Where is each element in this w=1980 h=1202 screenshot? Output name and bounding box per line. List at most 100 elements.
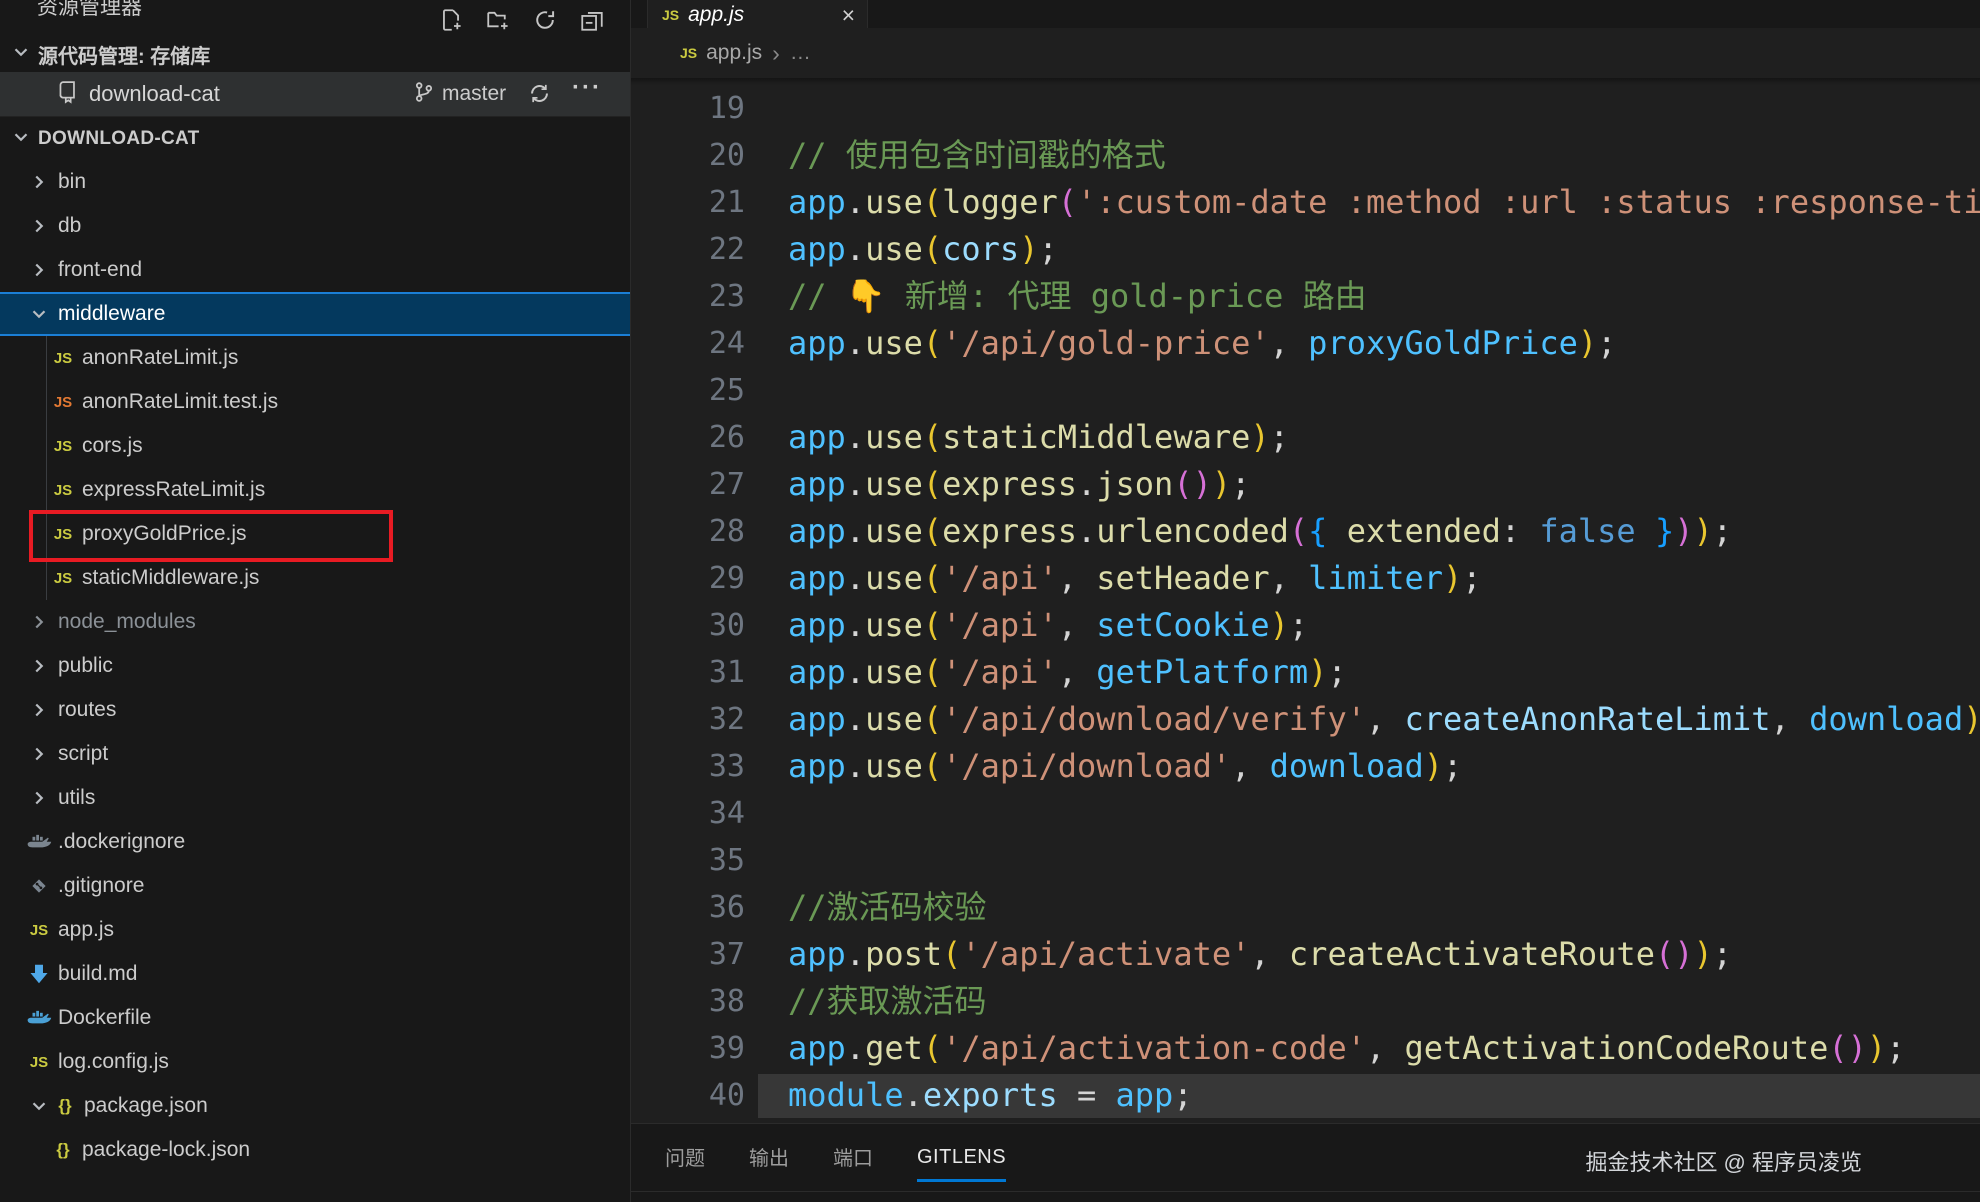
code-line-39: 39app.get('/api/activation-code', getAct… (631, 1025, 1980, 1072)
tree-item-package-lock.json[interactable]: {}package-lock.json (0, 1128, 630, 1172)
code-line-36: 36//激活码校验 (631, 884, 1980, 931)
line-number: 26 (631, 414, 745, 461)
code-line-27: 27 app.use(express.json()); (631, 461, 1980, 508)
tree-item-.gitignore[interactable]: .gitignore (0, 864, 630, 908)
scm-repo-row[interactable]: download-cat master ··· (0, 72, 630, 116)
code-line-38: 38//获取激活码 (631, 978, 1980, 1025)
panel-divider (631, 1191, 1980, 1192)
code-line-19: 19 (631, 85, 1980, 132)
repo-icon (56, 79, 79, 109)
line-number: 35 (631, 837, 745, 884)
tree-item-front-end[interactable]: front-end (0, 248, 630, 292)
tree-item-label: package.json (84, 1094, 208, 1118)
code-text: app.use(express.json()); (788, 461, 1250, 508)
line-number: 25 (631, 367, 745, 414)
editor-area: JS app.js × JS app.js › … 1920// 使用包含时间戳… (631, 0, 1980, 1123)
tree-item-proxyGoldPrice.js[interactable]: JSproxyGoldPrice.js (0, 512, 630, 556)
chevron-right-icon (26, 257, 52, 283)
tree-item-bin[interactable]: bin (0, 160, 630, 204)
tree-item-label: db (58, 214, 81, 238)
code-text: //获取激活码 (788, 978, 987, 1025)
code-line-37: 37 app.post('/api/activate', createActiva… (631, 931, 1980, 978)
more-actions-icon[interactable]: ··· (572, 74, 602, 102)
code-line-33: 33app.use('/api/download', download); (631, 743, 1980, 790)
panel-tab-端口[interactable]: 端口 (833, 1142, 873, 1173)
refresh-icon[interactable] (533, 8, 557, 37)
code-line-32: 32app.use('/api/download/verify', create… (631, 696, 1980, 743)
tree-item-label: .gitignore (58, 874, 144, 898)
panel-tab-GITLENS[interactable]: GITLENS (917, 1146, 1006, 1182)
tree-item-utils[interactable]: utils (0, 776, 630, 820)
sidebar: 资源管理器 源代码管理: 存储库 download-cat master ···… (0, 0, 630, 1202)
js-file-icon: JS (50, 345, 76, 371)
code-text: app.get('/api/activation-code', getActiv… (788, 1025, 1905, 1072)
tree-item-label: expressRateLimit.js (82, 478, 265, 502)
code-text: app.post('/api/activate', createActivate… (788, 931, 1732, 978)
tree-item-build.md[interactable]: build.md (0, 952, 630, 996)
repo-name: download-cat (89, 81, 220, 107)
sync-icon[interactable] (528, 82, 551, 110)
code-text: app.use(staticMiddleware); (788, 414, 1289, 461)
new-folder-icon[interactable] (486, 8, 510, 37)
line-number: 19 (631, 85, 745, 132)
js-file-icon: JS (50, 521, 76, 547)
collapse-all-icon[interactable] (580, 8, 604, 37)
scm-section-header[interactable]: 源代码管理: 存储库 (0, 36, 630, 72)
line-number: 36 (631, 884, 745, 931)
panel-tab-输出[interactable]: 输出 (749, 1142, 789, 1173)
tree-item-db[interactable]: db (0, 204, 630, 248)
chevron-right-icon (26, 741, 52, 767)
git-file-icon (26, 873, 52, 899)
code-line-30: 30app.use('/api', setCookie); (631, 602, 1980, 649)
tree-item-routes[interactable]: routes (0, 688, 630, 732)
tree-item-label: anonRateLimit.js (82, 346, 238, 370)
tree-item-label: node_modules (58, 610, 196, 634)
tree-item-label: middleware (58, 302, 165, 326)
tree-item-node_modules[interactable]: node_modules (0, 600, 630, 644)
tree-item-public[interactable]: public (0, 644, 630, 688)
tree-item-label: staticMiddleware.js (82, 566, 259, 590)
code-text: // 使用包含时间戳的格式 (788, 132, 1166, 179)
tree-item-label: routes (58, 698, 116, 722)
panel-tab-问题[interactable]: 问题 (665, 1142, 705, 1173)
code-text: app.use('/api', setHeader, limiter); (788, 555, 1482, 602)
js-file-icon: JS (50, 477, 76, 503)
tree-item-staticMiddleware.js[interactable]: JSstaticMiddleware.js (0, 556, 630, 600)
tree-item-label: build.md (58, 962, 137, 986)
sidebar-editor-divider[interactable] (630, 0, 631, 1202)
new-file-icon[interactable] (439, 8, 463, 37)
branch-name: master (442, 82, 506, 106)
tree-item-app.js[interactable]: JSapp.js (0, 908, 630, 952)
tree-item-Dockerfile[interactable]: Dockerfile (0, 996, 630, 1040)
code-line-23: 23// 👇 新增: 代理 gold-price 路由 (631, 273, 1980, 320)
line-number: 37 (631, 931, 745, 978)
tree-item-package.json[interactable]: {}package.json (0, 1084, 630, 1128)
code-line-26: 26 app.use(staticMiddleware); (631, 414, 1980, 461)
line-number: 32 (631, 696, 745, 743)
tree-item-script[interactable]: script (0, 732, 630, 776)
chevron-right-icon (26, 609, 52, 635)
tree-item-expressRateLimit.js[interactable]: JSexpressRateLimit.js (0, 468, 630, 512)
line-number: 31 (631, 649, 745, 696)
js-file-icon: JS (26, 917, 52, 943)
chevron-right-icon (26, 213, 52, 239)
branch-icon (413, 81, 435, 108)
branch-indicator[interactable]: master (413, 81, 506, 108)
tree-item-label: anonRateLimit.test.js (82, 390, 278, 414)
tree-item-cors.js[interactable]: JScors.js (0, 424, 630, 468)
chevron-right-icon (26, 697, 52, 723)
code-line-25: 25 (631, 367, 1980, 414)
tree-item-middleware[interactable]: middleware (0, 292, 630, 336)
chevron-down-icon (26, 301, 52, 327)
tree-item-anonRateLimit.js[interactable]: JSanonRateLimit.js (0, 336, 630, 380)
tree-item-label: app.js (58, 918, 114, 942)
line-number: 24 (631, 320, 745, 367)
tree-item-.dockerignore[interactable]: .dockerignore (0, 820, 630, 864)
line-number: 27 (631, 461, 745, 508)
tree-item-log.config.js[interactable]: JSlog.config.js (0, 1040, 630, 1084)
chevron-right-icon (26, 169, 52, 195)
files-section-header[interactable]: DOWNLOAD-CAT (0, 116, 630, 161)
tree-item-anonRateLimit.test.js[interactable]: JSanonRateLimit.test.js (0, 380, 630, 424)
tree-item-label: script (58, 742, 108, 766)
code-line-28: 28app.use(express.urlencoded({ extended:… (631, 508, 1980, 555)
